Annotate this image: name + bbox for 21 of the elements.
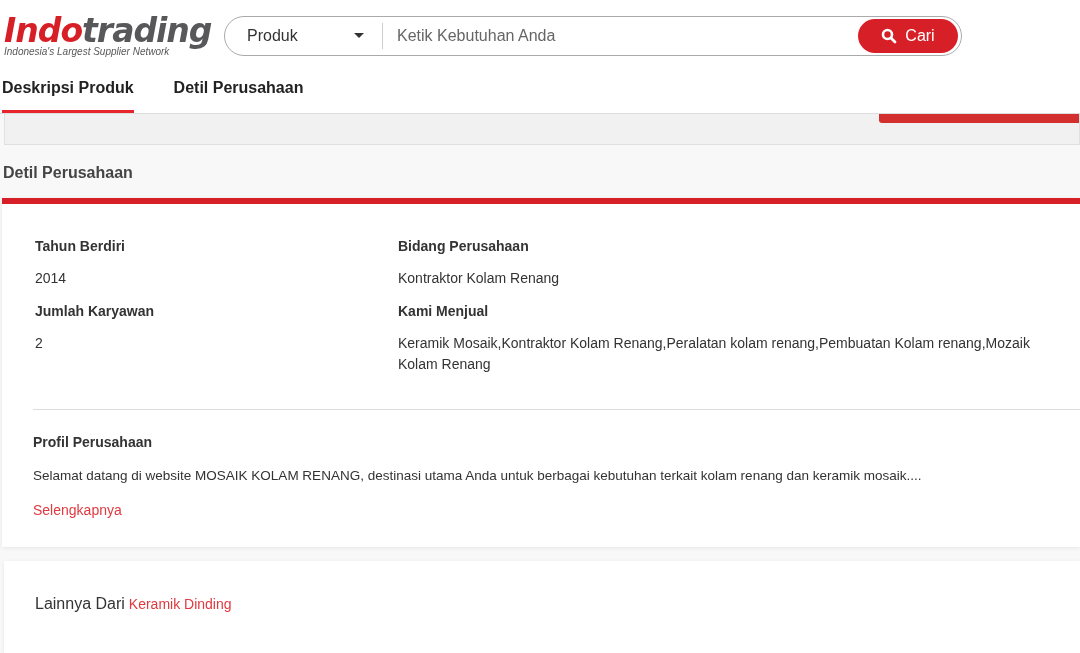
detail-label: Kami Menjual — [398, 303, 490, 319]
detail-value: 2014 — [35, 269, 68, 288]
detail-label: Bidang Perusahaan — [398, 238, 530, 254]
read-more-link[interactable]: Selengkapnya — [33, 502, 122, 518]
search-button[interactable]: Cari — [858, 18, 958, 53]
detail-value: 2 — [35, 334, 44, 353]
tab[interactable]: Detil Perusahaan — [173, 71, 304, 113]
detail-label: Jumlah Karyawan — [35, 303, 156, 319]
section-title: Detil Perusahaan — [2, 163, 134, 183]
more-label: Lainnya Dari — [35, 595, 125, 613]
search-icon — [881, 27, 898, 44]
logo-text: trading — [82, 14, 212, 49]
category-link[interactable]: Keramik Dinding — [128, 596, 232, 612]
caret-icon — [354, 33, 364, 39]
detail-label: Tahun Berdiri — [35, 238, 126, 254]
profile-title: Profil Perusahaan — [33, 434, 154, 450]
detail-value: Keramik Mosaik,Kontraktor Kolam Renang,Peralatan kolam renang,Pembuatan Kolam renang,Mozaik Kolam Renang — [398, 334, 1031, 374]
logo-tagline: Indonesia's Largest Supplier Network — [4, 46, 170, 58]
detail-value: Kontraktor Kolam Renang — [398, 269, 561, 288]
search-field[interactable]: Produk Ketik Kebutuhan Anda Cari — [224, 15, 962, 56]
profile-text: Selamat datang di website MOSAIK KOLAM RENANG, destinasi utama Anda untuk berbagai kebutuhan terkait kolam renang dan keramik mosaik.... — [33, 468, 923, 483]
